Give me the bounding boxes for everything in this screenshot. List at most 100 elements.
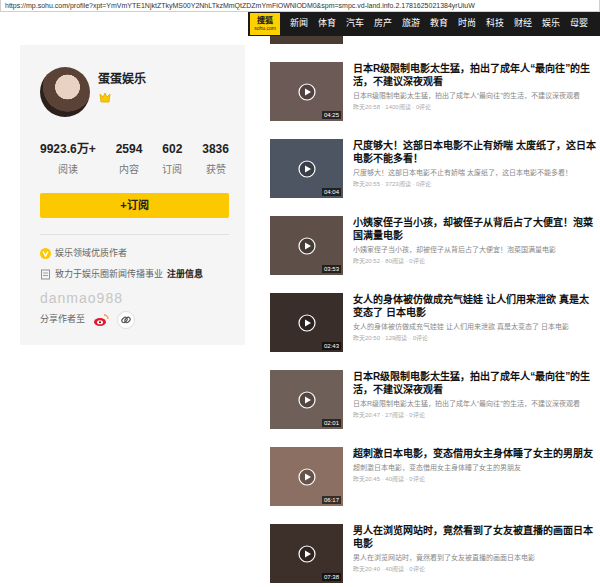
intro-text: 致力于娱乐圈新闻传播事业	[55, 268, 163, 281]
avatar-image[interactable]	[40, 67, 90, 117]
video-item[interactable]: 02:43女人的身体被仿做成充气娃娃 让人们用来泄欲 真是太变态了 日本电影女人…	[270, 293, 596, 352]
video-description: 尺度够大！这部日本电影不止有娇喘 太废纸了，这日本电影不能多看！	[353, 168, 596, 178]
nav-item[interactable]: 体育	[318, 17, 336, 31]
video-title[interactable]: 女人的身体被仿做成充气娃娃 让人们用来泄欲 真是太变态了 日本电影	[353, 293, 596, 319]
video-duration: 02:01	[322, 419, 341, 427]
stat-item: 3836 获赞	[202, 141, 229, 177]
video-meta: 昨天20:55 · 3723阅读 · 0评论	[353, 180, 596, 189]
play-icon[interactable]	[298, 314, 316, 332]
verified-icon	[40, 248, 51, 259]
nav-item[interactable]: 房产	[374, 17, 392, 31]
profile-header: 蛋蛋娱乐	[40, 67, 229, 117]
video-title[interactable]: 日本R级限制电影太生猛，拍出了成年人“最向往”的生活，不建议深夜观看	[353, 370, 596, 396]
stat-label: 阅读	[40, 163, 96, 177]
video-meta: 昨天20:40 · 40阅读 · 0评论	[353, 565, 596, 574]
nav-item[interactable]: 财经	[514, 17, 532, 31]
play-icon[interactable]	[298, 545, 316, 563]
video-meta: 昨天20:50 · 129阅读 · 0评论	[353, 334, 596, 343]
video-meta: 昨天20:58 · 1400阅读 · 0评论	[353, 103, 596, 112]
nav-item[interactable]: 教育	[430, 17, 448, 31]
nav-item[interactable]: 新闻	[290, 17, 308, 31]
register-info-link[interactable]: 注册信息	[167, 268, 203, 281]
video-meta: 昨天20:47 · 27阅读 · 0评论	[353, 411, 596, 420]
video-meta: 昨天20:52 · 80阅读 · 0评论	[353, 257, 596, 266]
stat-item: 602 订阅	[162, 141, 182, 177]
video-item[interactable]: 04:25日本R级限制电影太生猛，拍出了成年人“最向往”的生活，不建议深夜观看日…	[270, 62, 596, 121]
stat-value: 3836	[202, 141, 229, 157]
nav-item[interactable]: 母婴	[570, 17, 588, 31]
video-thumbnail[interactable]: 04:04	[270, 139, 343, 198]
watermark: danmao988	[40, 289, 229, 307]
video-thumbnail[interactable]	[270, 36, 343, 44]
video-duration: 02:43	[322, 342, 341, 350]
video-item[interactable]: 02:01日本R级限制电影太生猛，拍出了成年人“最向往”的生活，不建议深夜观看日…	[270, 370, 596, 429]
video-text: 日本R级限制电影太生猛，拍出了成年人“最向往”的生活，不建议深夜观看日本R级限制…	[353, 62, 596, 121]
play-icon[interactable]	[298, 391, 316, 409]
stat-item: 9923.6万+阅读	[40, 141, 96, 177]
quality-text: 娱乐领域优质作者	[55, 247, 127, 260]
nav-item[interactable]: 汽车	[346, 17, 364, 31]
author-info: 蛋蛋娱乐	[98, 67, 146, 105]
author-name[interactable]: 蛋蛋娱乐	[98, 71, 146, 87]
video-title[interactable]: 男人在浏览网站时，竟然看到了女友被直播的画面日本电影	[353, 524, 596, 550]
address-text[interactable]: https://mp.sohu.com/profile?xpt=YmVmYTE1…	[5, 2, 475, 9]
video-duration: 06:17	[322, 496, 341, 504]
video-text: 男人在浏览网站时，竟然看到了女友被直播的画面日本电影男人在浏览网站时，竟然看到了…	[353, 524, 596, 583]
nav-item[interactable]: 时尚	[458, 17, 476, 31]
video-item[interactable]: 07:38男人在浏览网站时，竟然看到了女友被直播的画面日本电影男人在浏览网站时，…	[270, 524, 596, 583]
logo-text[interactable]: 搜狐	[257, 17, 273, 25]
weibo-icon[interactable]	[93, 313, 109, 327]
link-icon[interactable]	[117, 311, 135, 329]
video-duration: 04:25	[322, 111, 341, 119]
video-description: 小姨家侄子当小孩，却被侄子从背后占了大便宜！泡菜国满量电影	[353, 245, 596, 255]
video-item[interactable]: 06:17 超刺激日本电影，变态借用女主身体睡了女主的男朋友超刺激日本电影，变态借…	[270, 447, 596, 506]
video-description: 超刺激日本电影，变态借用女主身体睡了女主的男朋友	[353, 463, 593, 473]
logo-subtext[interactable]: sohu.com	[254, 26, 276, 31]
video-description: 女人的身体被仿做成充气娃娃 让人们用来泄欲 真是太变态了 日本电影	[353, 322, 596, 332]
profile-card: 蛋蛋娱乐9923.6万+阅读2594内容602订阅3836获赞+订阅娱乐领域优质…	[20, 45, 245, 345]
video-title[interactable]: 小姨家侄子当小孩，却被侄子从背后占了大便宜！泡菜国满量电影	[353, 216, 596, 242]
video-title[interactable]: 超刺激日本电影，变态借用女主身体睡了女主的男朋友	[353, 447, 593, 460]
document-icon	[40, 269, 51, 280]
video-duration: 03:53	[322, 265, 341, 273]
video-list: 04:25日本R级限制电影太生猛，拍出了成年人“最向往”的生活，不建议深夜观看日…	[248, 36, 600, 583]
play-icon[interactable]	[298, 468, 316, 486]
video-title[interactable]: 尺度够大！这部日本电影不止有娇喘 太废纸了，这日本电影不能多看！	[353, 139, 596, 165]
video-text: 女人的身体被仿做成充气娃娃 让人们用来泄欲 真是太变态了 日本电影女人的身体被仿…	[353, 293, 596, 352]
play-icon[interactable]	[298, 160, 316, 178]
video-thumbnail[interactable]: 07:38	[270, 524, 343, 583]
sohu-logo[interactable]: 搜狐sohu.com	[250, 13, 280, 35]
video-thumbnail[interactable]: 06:17	[270, 447, 343, 506]
video-thumbnail[interactable]: 02:43	[270, 293, 343, 352]
video-duration: 07:38	[322, 573, 341, 581]
page-body: 蛋蛋娱乐9923.6万+阅读2594内容602订阅3836获赞+订阅娱乐领域优质…	[0, 12, 600, 583]
stats-row: 9923.6万+阅读2594内容602订阅3836获赞	[40, 141, 229, 177]
video-thumbnail[interactable]: 03:53	[270, 216, 343, 275]
nav-item[interactable]: 科技	[486, 17, 504, 31]
stat-label: 订阅	[162, 163, 182, 177]
stat-label: 获赞	[202, 163, 229, 177]
play-icon[interactable]	[298, 237, 316, 255]
info-section: 娱乐领域优质作者致力于娱乐圈新闻传播事业注册信息	[40, 234, 229, 281]
video-thumbnail[interactable]: 02:01	[270, 370, 343, 429]
content-column: 搜狐sohu.com 新闻体育汽车房产旅游教育时尚科技财经娱乐母婴 04:25 日本R…	[248, 12, 600, 583]
profile-column: 蛋蛋娱乐9923.6万+阅读2594内容602订阅3836获赞+订阅娱乐领域优质…	[0, 12, 248, 583]
subscribe-button[interactable]: +订阅	[40, 193, 229, 218]
nav-item[interactable]: 旅游	[402, 17, 420, 31]
video-thumbnail[interactable]: 04:25	[270, 62, 343, 121]
share-label: 分享作者至	[40, 313, 85, 326]
video-description: 男人在浏览网站时，竟然看到了女友被直播的画面日本电影	[353, 553, 596, 563]
address-bar[interactable]: https://mp.sohu.com/profile?xpt=YmVmYTE1…	[0, 0, 600, 12]
video-description: 日本R级限制电影太生猛，拍出了成年人“最向往”的生活，不建议深夜观看	[353, 399, 596, 409]
video-item[interactable]: 03:53小姨家侄子当小孩，却被侄子从背后占了大便宜！泡菜国满量电影小姨家侄子当…	[270, 216, 596, 275]
video-text: 超刺激日本电影，变态借用女主身体睡了女主的男朋友超刺激日本电影，变态借用女主身体…	[353, 447, 593, 506]
video-text: 小姨家侄子当小孩，却被侄子从背后占了大便宜！泡菜国满量电影小姨家侄子当小孩，却被…	[353, 216, 596, 275]
video-title[interactable]: 日本R级限制电影太生猛，拍出了成年人“最向往”的生活，不建议深夜观看	[353, 62, 596, 88]
play-icon[interactable]	[298, 83, 316, 101]
stat-label: 内容	[116, 163, 143, 177]
nav-item[interactable]: 娱乐	[542, 17, 560, 31]
video-item[interactable]: 04:04 尺度够大！这部日本电影不止有娇喘 太废纸了，这日本电影不能多看！ 尺度够…	[270, 139, 596, 198]
video-text: 日本R级限制电影太生猛，拍出了成年人“最向往”的生活，不建议深夜观看日本R级限制…	[353, 370, 596, 429]
video-description: 日本R级限制电影太生猛，拍出了成年人“最向往”的生活，不建议深夜观看	[353, 91, 596, 101]
stat-value: 602	[162, 141, 182, 157]
